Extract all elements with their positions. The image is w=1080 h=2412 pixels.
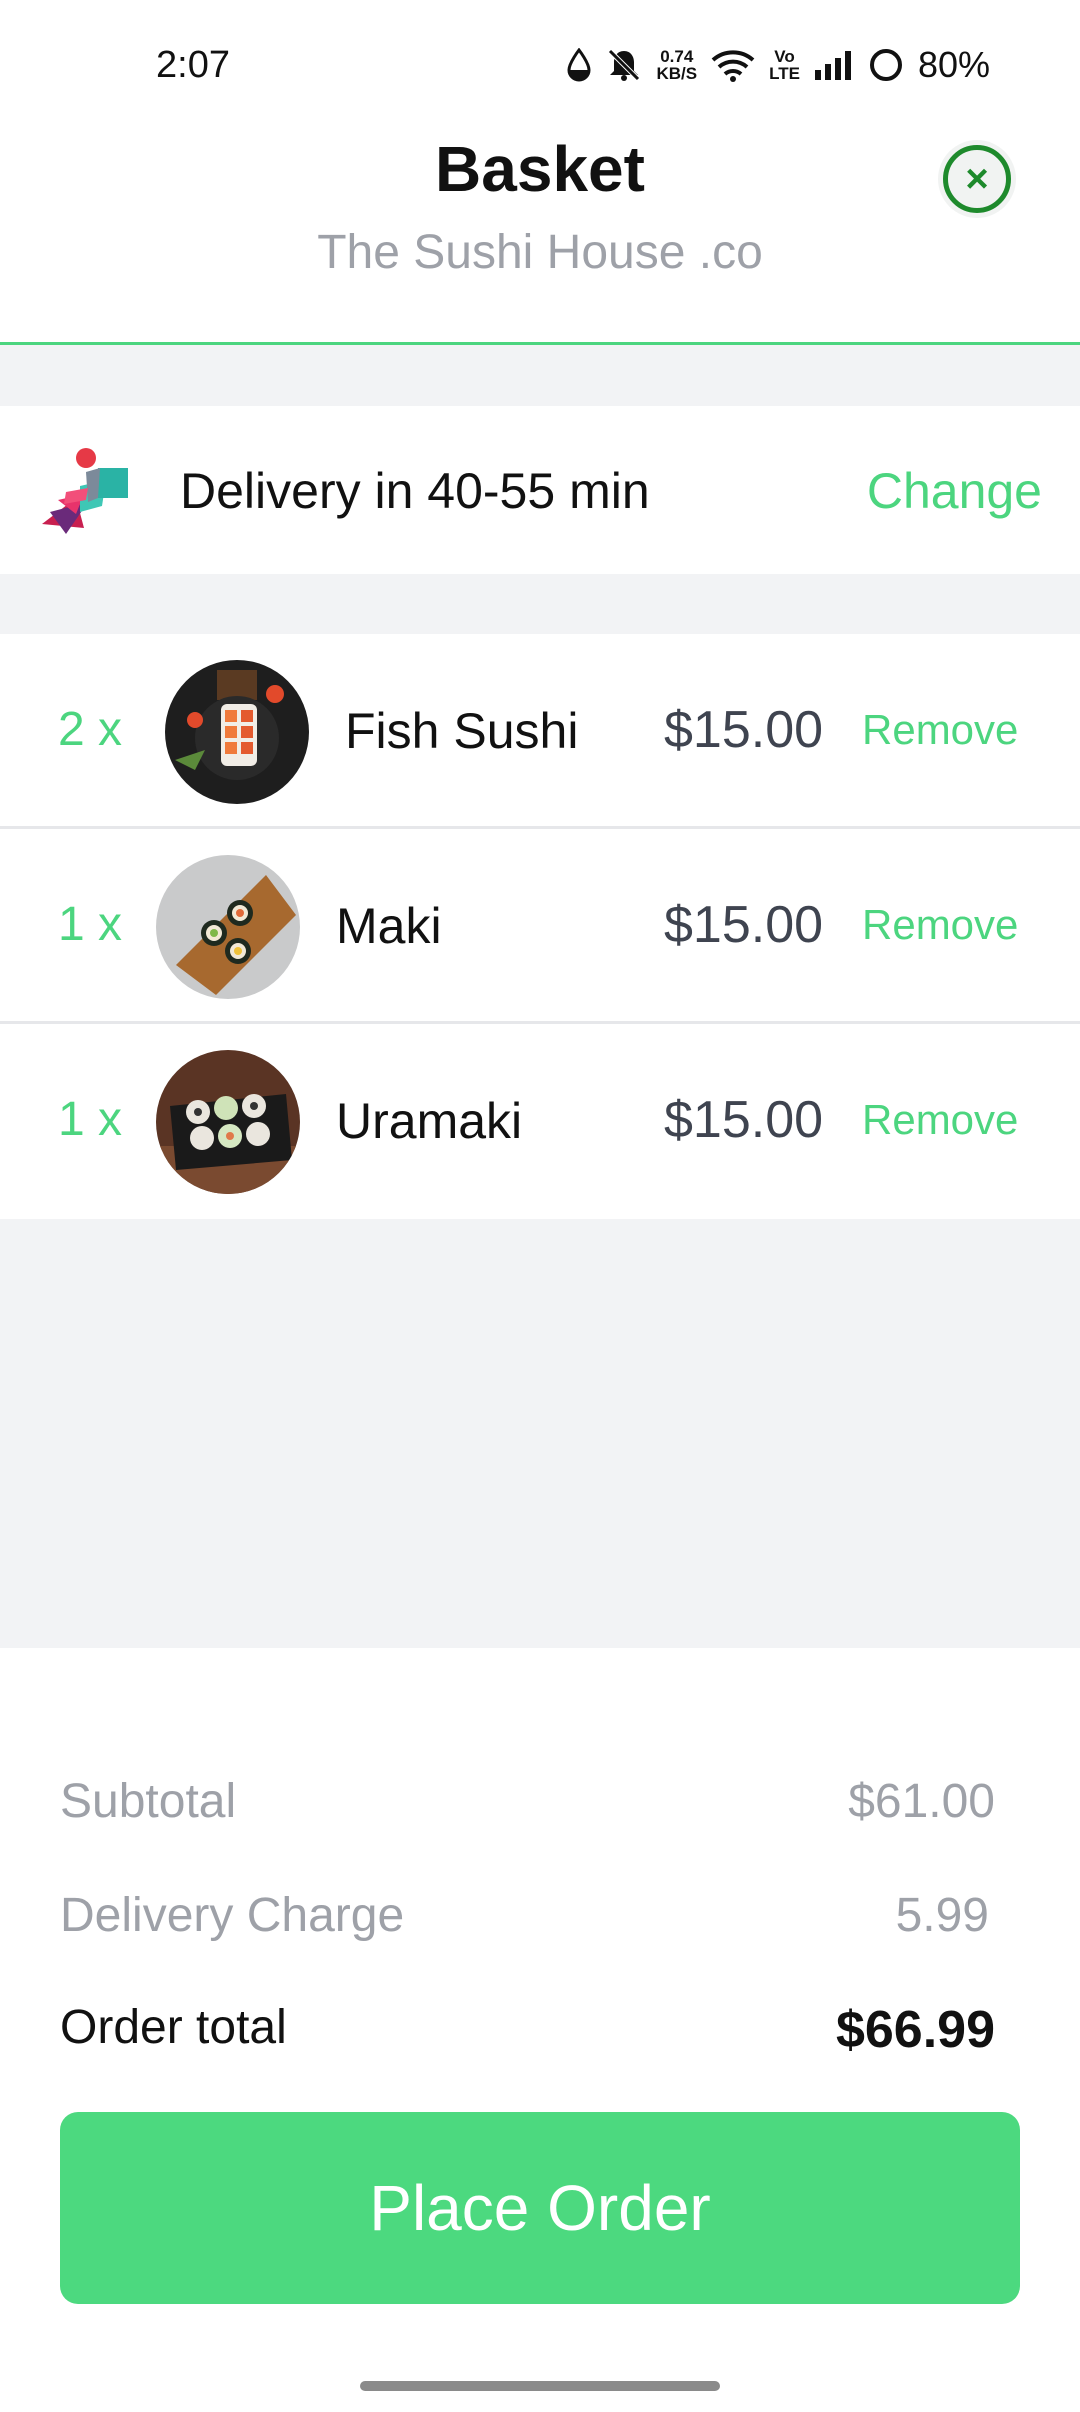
basket-item: 2 x Fish Sushi $15.00 Remove — [0, 634, 1080, 829]
order-total-row: Order total $66.99 — [60, 2000, 995, 2060]
delivery-time: Delivery in 40-55 min — [180, 463, 650, 519]
close-icon: × — [943, 145, 1011, 213]
remove-item-button[interactable]: Remove — [862, 1096, 1018, 1144]
remove-item-button[interactable]: Remove — [862, 706, 1018, 754]
status-time: 2:07 — [156, 43, 230, 86]
basket-items: 2 x Fish Sushi $15.00 Remove 1 x Maki $1… — [0, 634, 1080, 1219]
fish-sushi-image — [165, 660, 309, 804]
place-order-button[interactable]: Place Order — [60, 2112, 1020, 2304]
net-speed-unit: KB/S — [656, 64, 698, 83]
bell-off-icon — [608, 49, 641, 81]
volte-indicator: Vo LTE — [769, 48, 800, 82]
header: Basket The Sushi House .co × — [0, 130, 1080, 345]
item-name: Fish Sushi — [345, 703, 579, 759]
delivery-charge-label: Delivery Charge — [60, 1889, 405, 1942]
item-quantity: 1 x — [58, 898, 123, 951]
item-name: Maki — [336, 898, 442, 954]
item-price: $15.00 — [664, 896, 824, 954]
subtotal-row: Subtotal $61.00 — [60, 1774, 995, 1829]
subtotal-value: $61.00 — [848, 1775, 995, 1828]
status-icons: 0.74 KB/S Vo LTE 80% — [566, 44, 990, 86]
delivery-charge-value: 5.99 — [895, 1889, 989, 1942]
restaurant-name: The Sushi House .co — [317, 226, 763, 279]
subtotal-label: Subtotal — [60, 1775, 237, 1828]
volte-bottom: LTE — [769, 64, 800, 83]
change-delivery-link[interactable]: Change — [867, 462, 1042, 520]
item-price: $15.00 — [664, 701, 824, 759]
signal-icon — [814, 51, 851, 80]
delivery-row: Delivery in 40-55 min Change — [0, 406, 1080, 574]
order-total-label: Order total — [60, 2001, 287, 2054]
section-spacer — [0, 345, 1080, 406]
basket-item: 1 x Uramaki $15.00 Remove — [0, 1024, 1080, 1219]
item-name: Uramaki — [336, 1093, 523, 1149]
battery-ring-icon — [869, 49, 902, 81]
status-bar: 2:07 0.74 KB/S Vo LTE 80% — [0, 0, 1080, 130]
section-spacer — [0, 574, 1080, 634]
item-quantity: 2 x — [58, 703, 123, 756]
water-drop-icon — [567, 48, 591, 82]
volte-top: Vo — [774, 47, 795, 66]
net-speed-value: 0.74 — [660, 47, 694, 66]
uramaki-image — [156, 1050, 300, 1194]
basket-item: 1 x Maki $15.00 Remove — [0, 829, 1080, 1024]
wifi-icon — [711, 50, 755, 82]
remove-item-button[interactable]: Remove — [862, 901, 1018, 949]
item-quantity: 1 x — [58, 1093, 123, 1146]
delivery-scooter-icon — [42, 448, 128, 534]
item-price: $15.00 — [664, 1091, 824, 1149]
close-button[interactable]: × — [938, 140, 1016, 218]
delivery-charge-row: Delivery Charge 5.99 — [60, 1888, 995, 1943]
empty-area — [0, 1216, 1080, 1648]
home-indicator[interactable] — [360, 2381, 720, 2391]
basket-screen: 2:07 0.74 KB/S Vo LTE 80% Basket The Sus… — [0, 0, 1080, 2412]
order-total-value: $66.99 — [835, 2001, 995, 2059]
battery-percent: 80% — [917, 44, 990, 85]
page-title: Basket — [435, 133, 645, 205]
net-speed: 0.74 KB/S — [656, 48, 697, 82]
maki-image — [156, 855, 300, 999]
